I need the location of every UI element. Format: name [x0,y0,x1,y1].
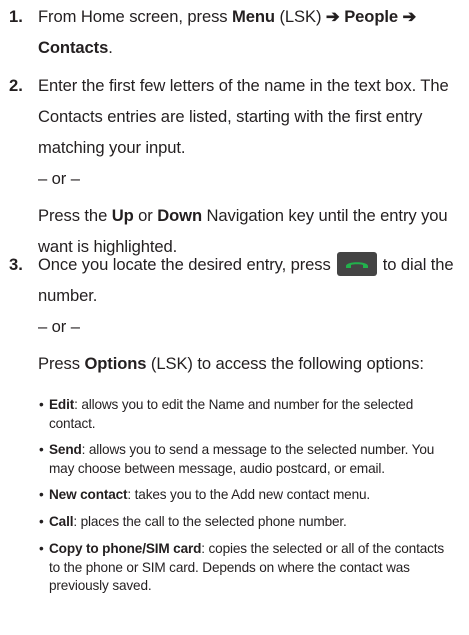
list-item-text: Copy to phone/SIM card: copies the selec… [49,540,469,596]
option-description: to the phone or SIM card. Depends on whe… [49,559,410,575]
bullet-icon: • [39,514,44,529]
text-line: Once you locate the desired entry, press… [38,249,469,280]
list-item-text: New contact: takes you to the Add new co… [49,486,469,505]
option-term: Copy to phone/SIM card [49,541,202,556]
up-key-term: Up [111,206,134,225]
step-1-intro: From Home screen, press [38,7,233,26]
text-fragment: Navigation key until the entry you [201,206,448,225]
text-line: Press Options (LSK) to access the follow… [38,348,469,379]
option-description: : allows you to send a message to the se… [81,442,435,457]
text-fragment: Press the [38,206,112,225]
step-3-text: Once you locate the desired entry, press… [38,249,469,379]
arrow-icon: ➔ [325,7,340,26]
or-separator: – or – [38,317,80,336]
text-fragment: to dial the [382,255,454,274]
option-description: : takes you to the Add new contact menu. [127,487,371,502]
arrow-icon: ➔ [402,7,417,26]
manual-page: 1. From Home screen, press Menu (LSK) ➔ … [0,0,469,635]
step-2-text: Enter the first few letters of the name … [38,70,469,262]
options-key-term: Options [84,354,147,373]
option-description: : copies the selected or all of the cont… [201,541,445,556]
text-fragment: (LSK) to access the following options: [146,354,424,373]
option-description: previously saved. [49,578,152,593]
bullet-icon: • [39,541,44,556]
list-item-text: Send: allows you to send a message to th… [49,441,469,478]
bullet-icon: • [39,442,44,457]
option-description: contact. [49,415,96,431]
option-term: Edit [49,397,75,412]
people-term: People [339,7,403,26]
or-separator: – or – [38,169,80,188]
text-line: matching your input. [38,138,186,157]
step-number: 3. [9,255,23,274]
bullet-icon: • [39,487,44,502]
list-item-text: Edit: allows you to edit the Name and nu… [49,396,469,433]
menu-key-term: Menu [232,7,275,26]
option-term: Call [49,514,74,529]
text-line: Contacts entries are listed, starting wi… [38,107,423,126]
text-fragment: or [133,206,158,225]
contacts-term: Contacts [38,38,109,57]
send-call-key-icon [336,251,377,276]
period: . [108,38,113,57]
option-description: : allows you to edit the Name and number… [74,397,414,412]
text-line: Press the Up or Down Navigation key unti… [38,200,469,231]
step-number: 2. [9,76,23,95]
down-key-term: Down [157,206,202,225]
step-1-text: From Home screen, press Menu (LSK) ➔ Peo… [38,1,469,63]
text-fragment: Press [38,354,85,373]
option-term: New contact [49,487,128,502]
bullet-icon: • [39,397,44,412]
lsk-note: (LSK) [274,7,326,26]
option-term: Send [49,442,82,457]
text-fragment: Once you locate the desired entry, press [38,255,331,274]
list-item-text: Call: places the call to the selected ph… [49,513,469,532]
step-number: 1. [9,7,23,26]
option-description: : places the call to the selected phone … [73,514,347,529]
option-description: may choose between message, audio postca… [49,460,385,476]
text-line: Enter the first few letters of the name … [38,76,449,95]
text-line: number. [38,286,98,305]
